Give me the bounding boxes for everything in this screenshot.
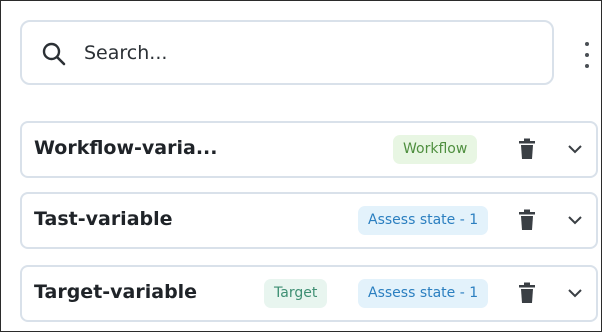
trash-icon[interactable] [518,138,536,160]
variable-row[interactable]: Tast-variable Assess state - 1 [20,192,598,249]
variable-name: Tast-variable [34,208,173,230]
variable-name: Target-variable [34,281,198,303]
variable-name: Workflow-varia... [34,137,218,159]
search-icon [42,42,66,66]
variables-panel: Workflow-varia... Workflow Tast-variable… [0,0,602,332]
target-badge: Target [264,279,328,308]
chevron-down-icon[interactable] [567,287,583,299]
assess-state-badge: Assess state - 1 [358,206,489,235]
assess-state-badge: Assess state - 1 [358,279,489,308]
search-input[interactable] [84,34,524,72]
trash-icon[interactable] [518,209,536,231]
chevron-down-icon[interactable] [567,214,583,226]
more-options-button[interactable] [579,42,595,68]
search-box[interactable] [20,20,554,85]
trash-icon[interactable] [518,282,536,304]
chevron-down-icon[interactable] [567,143,583,155]
workflow-badge: Workflow [393,135,478,164]
more-vertical-icon [585,42,589,46]
variable-row[interactable]: Target-variable Target Assess state - 1 [20,265,598,322]
variable-row[interactable]: Workflow-varia... Workflow [20,121,598,178]
